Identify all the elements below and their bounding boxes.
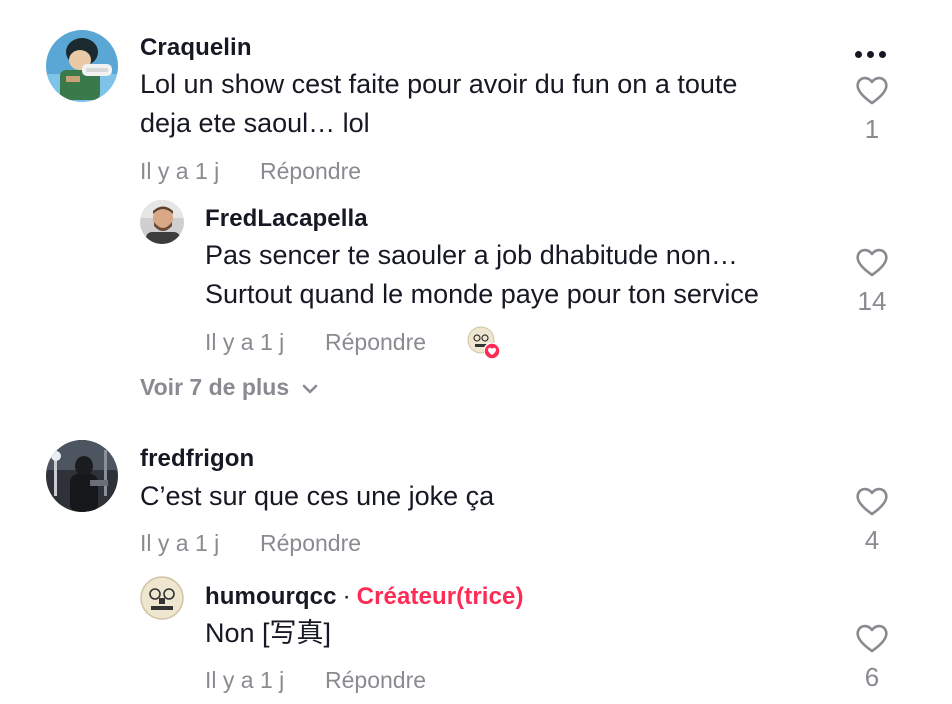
comment-text: Lol un show cest faite pour avoir du fun… [140,65,737,143]
comment-text-line: C’est sur que ces une joke ça [140,481,495,511]
chevron-down-icon [302,384,318,393]
comment-text: C’est sur que ces une joke ça [140,477,494,516]
reply-button[interactable]: Répondre [260,530,361,557]
comment-timestamp: Il y a 1 j [140,158,220,184]
reply-text-line: Surtout quand le monde paye pour ton ser… [205,279,759,309]
comment-text-line: Lol un show cest faite pour avoir du fun… [140,69,738,99]
avatar[interactable] [140,576,184,620]
avatar[interactable] [140,200,184,244]
heart-outline-icon [856,624,888,653]
avatar[interactable] [46,440,118,512]
creator-liked-badge [467,326,501,360]
reply-username[interactable]: humourqcc [205,583,337,610]
reply-button[interactable]: Répondre [325,667,426,694]
reply-button[interactable]: Répondre [260,158,361,185]
reply-username[interactable]: FredLacapella [205,205,368,233]
reply-timestamp: Il y a 1 j [205,329,285,355]
like-count: 6 [864,662,880,692]
like-count: 14 [857,286,887,316]
reply-text: Pas sencer te saouler a job dhabitude no… [205,236,759,314]
reply-text: Non [写真] [205,614,331,653]
heart-filled-icon [484,343,500,359]
comment-username[interactable]: Craquelin [140,34,252,62]
more-options-icon[interactable] [855,45,891,63]
reply-text-line: Pas sencer te saouler a job dhabitude no… [205,240,738,270]
like-button[interactable]: 4 [842,485,902,556]
view-more-label: Voir 7 de plus [140,374,290,400]
like-button[interactable]: 6 [842,622,902,693]
like-count: 4 [864,525,880,555]
reply-username-row: humourqcc · Créateur(trice) [205,583,524,611]
reply-button[interactable]: Répondre [325,329,426,356]
heart-outline-icon [856,248,888,277]
avatar[interactable] [46,30,118,102]
like-button[interactable]: 1 [842,74,902,145]
creator-badge: Créateur(trice) [356,583,524,610]
reply-text-line: Non [写真] [205,618,332,648]
separator: · [342,583,351,610]
comment-timestamp: Il y a 1 j [140,530,220,556]
heart-outline-icon [856,487,888,516]
like-button[interactable]: 14 [842,246,902,317]
comment-text-line: deja ete saoul… lol [140,108,370,138]
comment-username[interactable]: fredfrigon [140,445,254,473]
like-count: 1 [864,114,880,144]
reply-timestamp: Il y a 1 j [205,667,285,693]
view-more-replies-button[interactable]: Voir 7 de plus [140,374,319,401]
heart-outline-icon [856,76,888,105]
